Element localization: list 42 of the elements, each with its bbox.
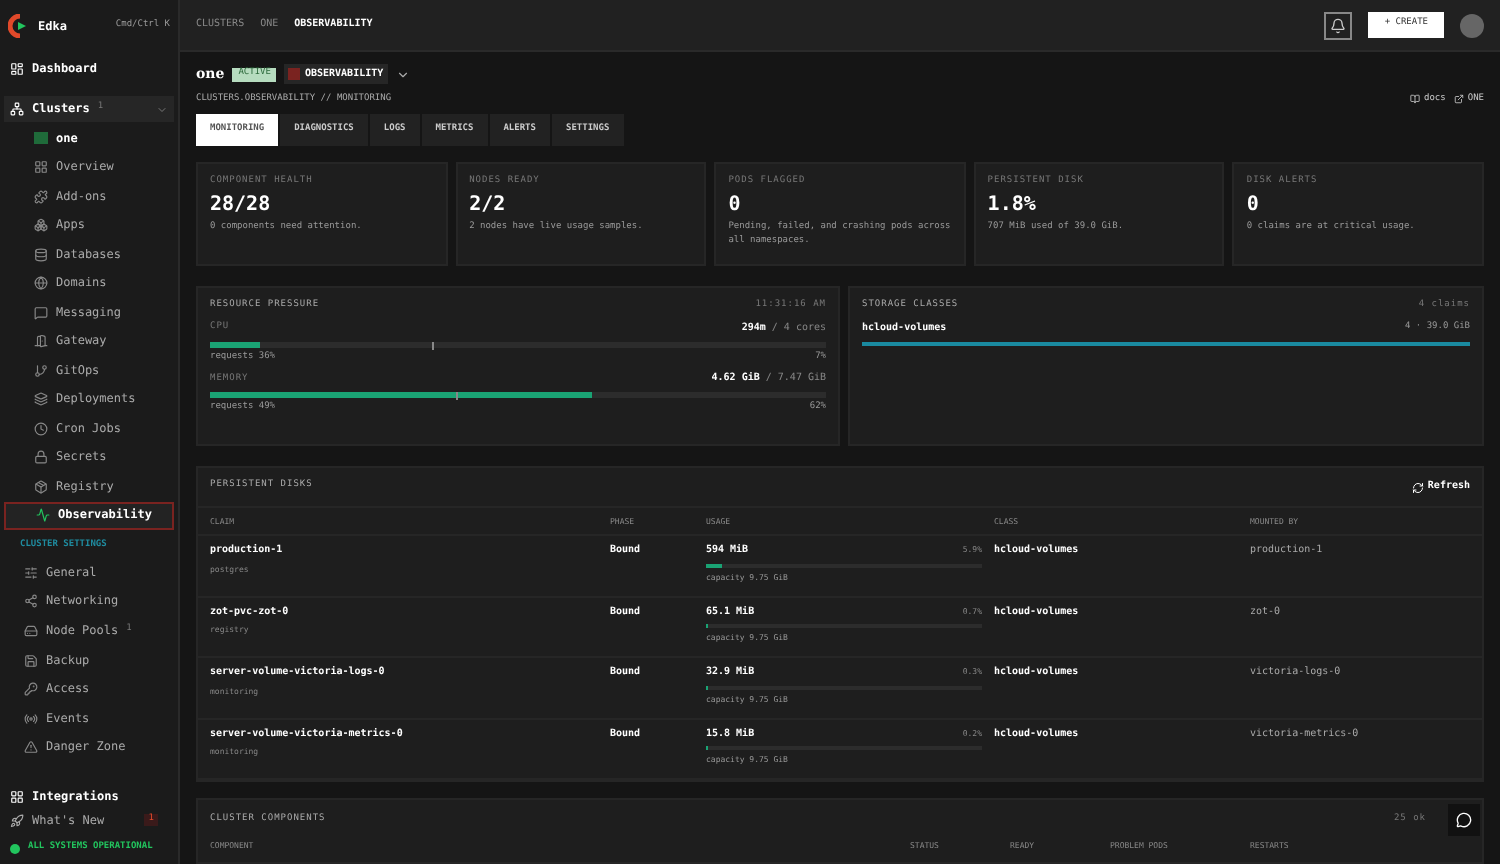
stat-value: 1.8% <box>987 196 1038 216</box>
section-icon <box>288 68 301 81</box>
stat-value: 0 <box>1246 196 1261 216</box>
dashboard-icon <box>10 61 24 75</box>
menu-item-icon <box>24 682 38 697</box>
cluster-status-icon <box>34 132 48 145</box>
refresh-icon <box>1411 481 1424 494</box>
notification-button[interactable] <box>1324 11 1353 39</box>
bell-icon <box>1330 17 1347 33</box>
menu-item-icon <box>34 276 48 291</box>
menu-item-icon <box>34 305 48 320</box>
menu-item-icon <box>34 247 48 262</box>
menu-item-icon <box>34 160 48 175</box>
avatar[interactable] <box>1460 13 1484 37</box>
menu-item-icon <box>34 189 48 204</box>
menu-item-icon <box>24 623 38 638</box>
chevron-icon <box>156 103 168 115</box>
book-icon <box>1410 94 1421 105</box>
logo-icon <box>8 14 30 38</box>
menu-item-icon <box>34 218 48 233</box>
menu-item-icon <box>34 479 48 494</box>
stat-value: 2/2 <box>469 196 508 216</box>
stat-value: 0 <box>728 196 743 216</box>
stat-value: 28/28 <box>210 196 273 216</box>
chat-button[interactable] <box>1448 804 1480 836</box>
chevron-icon[interactable] <box>395 67 410 82</box>
integrations-icon <box>10 789 24 803</box>
menu-item-icon <box>34 334 48 349</box>
menu-item-icon <box>34 450 48 465</box>
menu-item-icon <box>34 392 48 407</box>
chat-icon <box>1456 812 1472 828</box>
menu-item-icon <box>34 363 48 378</box>
menu-item-icon <box>34 421 48 436</box>
rocket-icon <box>10 813 24 827</box>
menu-item-icon <box>24 653 38 668</box>
menu-item-icon <box>36 508 50 523</box>
menu-item-icon <box>24 711 38 726</box>
cluster-icon <box>10 102 24 116</box>
menu-item-icon <box>24 740 38 755</box>
menu-item-icon <box>24 594 38 609</box>
menu-item-icon <box>24 565 38 580</box>
external-link-icon <box>1453 94 1464 105</box>
